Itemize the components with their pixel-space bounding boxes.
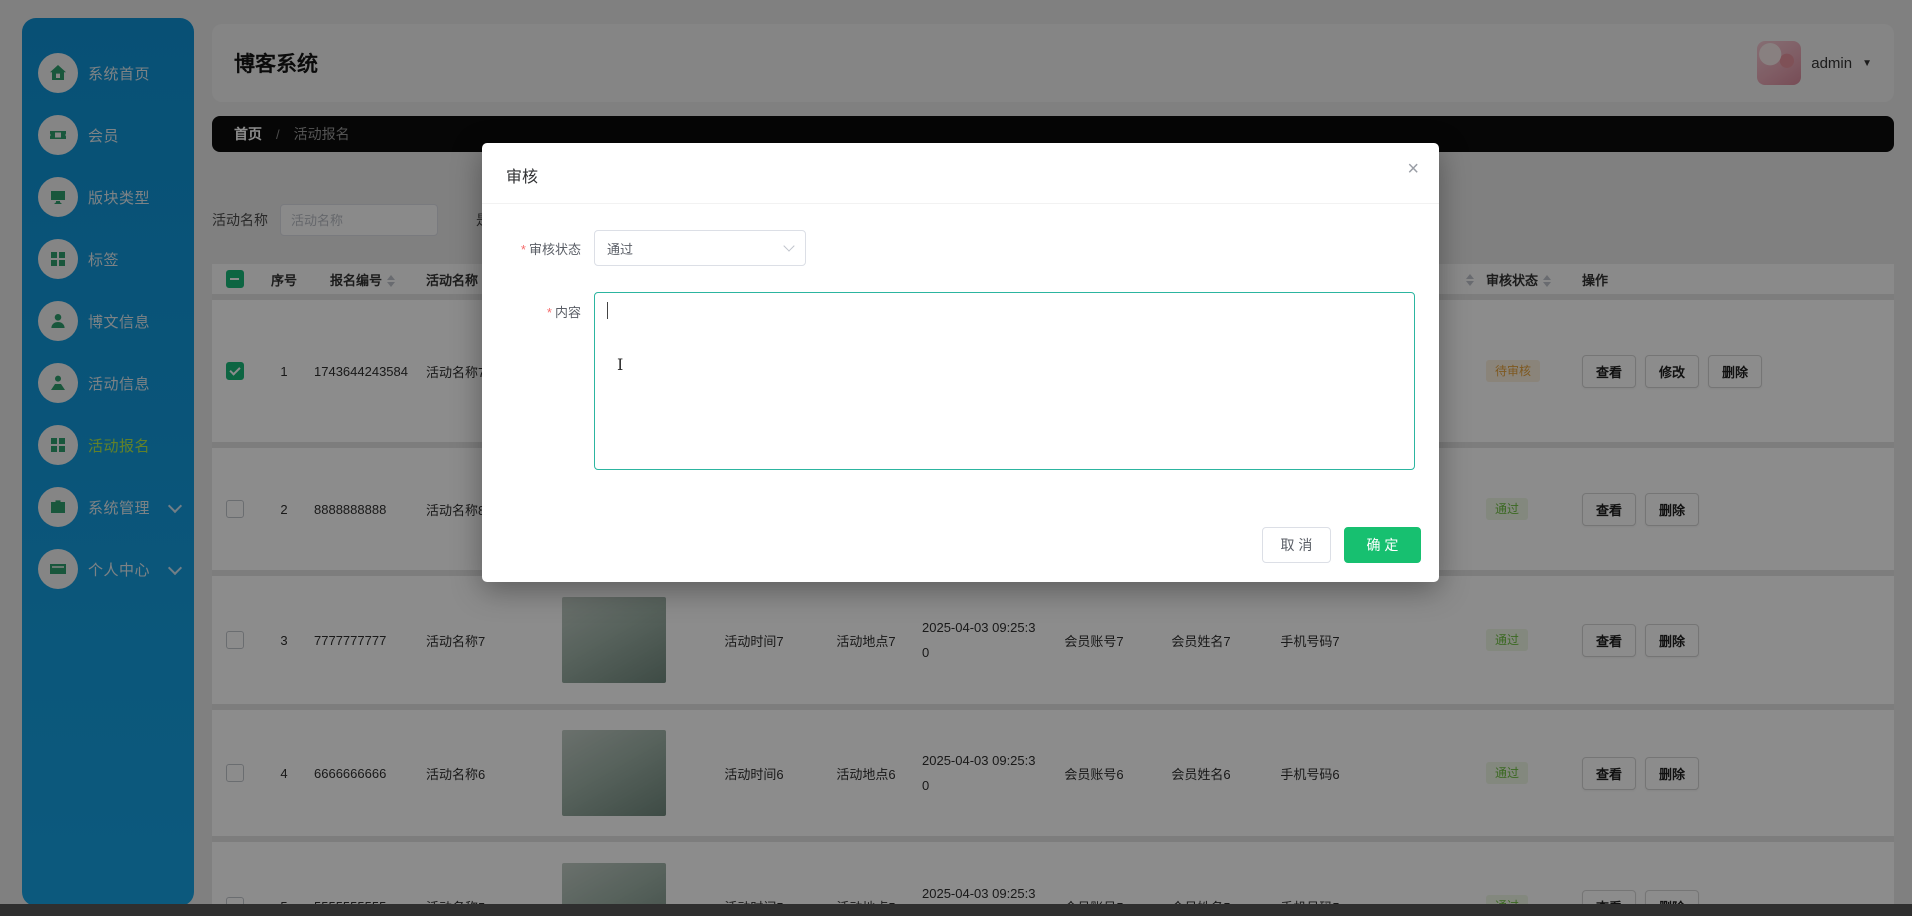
cancel-button[interactable]: 取 消 — [1262, 527, 1331, 563]
required-asterisk: * — [520, 241, 526, 257]
select-value: 通过 — [607, 241, 634, 257]
review-status-label: * 审核状态 — [520, 241, 581, 257]
close-icon[interactable]: × — [1407, 159, 1419, 179]
dialog-footer: 取 消 确 定 — [1262, 527, 1421, 563]
dialog-title: 审核 — [506, 169, 539, 186]
review-status-select[interactable]: 通过 — [594, 230, 806, 266]
chevron-down-icon — [783, 240, 795, 252]
confirm-button[interactable]: 确 定 — [1344, 527, 1421, 563]
dialog-header: 审核 × — [482, 143, 1439, 204]
review-dialog: 审核 × * 审核状态 通过 * 内容 I 取 消 确 定 — [482, 143, 1439, 582]
required-asterisk: * — [546, 305, 552, 320]
text-caret — [607, 302, 608, 319]
text-cursor-icon: I — [617, 355, 624, 374]
content-label: * 内容 — [546, 305, 581, 320]
content-textarea[interactable]: I — [594, 292, 1415, 470]
review-status-row: * 审核状态 通过 — [506, 230, 1415, 266]
content-row: * 内容 I — [506, 292, 1415, 470]
